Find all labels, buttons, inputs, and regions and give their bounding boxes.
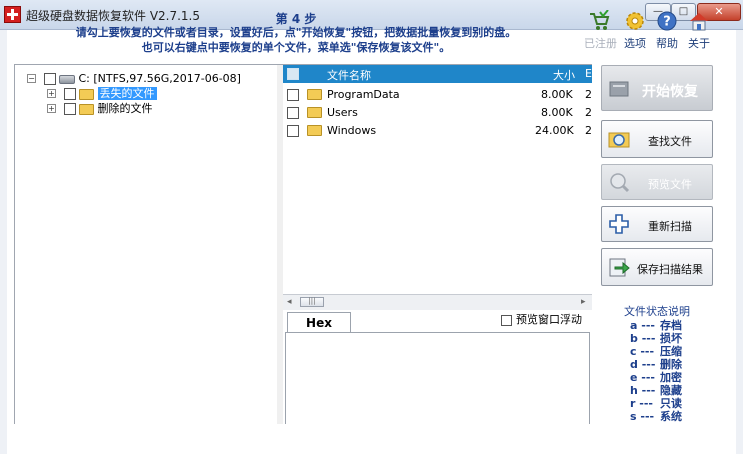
legend-item: s --- 系统	[630, 410, 682, 423]
scroll-left-arrow[interactable]: ◂	[287, 297, 292, 307]
registered-label: 已注册	[584, 37, 617, 50]
save-arrow-icon	[609, 258, 630, 277]
registered-button[interactable]: 已注册	[584, 10, 617, 51]
help-button[interactable]: ? 帮助	[652, 10, 682, 51]
folder-icon	[307, 125, 322, 136]
file-extra: 2	[585, 88, 592, 101]
file-row[interactable]: Windows 24.00K 2	[283, 122, 592, 140]
hex-view[interactable]	[285, 332, 590, 424]
recover-icon	[609, 81, 629, 97]
tab-hex[interactable]: Hex	[287, 312, 351, 333]
collapse-toggle[interactable]: −	[27, 74, 36, 83]
directory-tree[interactable]: − C: [NTFS,97.56G,2017-06-08] + 丢失的文件 + …	[15, 65, 278, 424]
svg-text:?: ?	[663, 15, 671, 30]
instruction-line-2: 也可以右键点中要恢复的单个文件，菜单选"保存恢复该文件"。	[141, 41, 451, 54]
rescan-label: 重新扫描	[648, 220, 692, 233]
file-size: 8.00K	[541, 88, 573, 101]
file-row-checkbox[interactable]	[287, 125, 299, 137]
folder-icon	[307, 107, 322, 118]
tree-item-lost-files[interactable]: + 丢失的文件	[47, 86, 157, 102]
instruction-line-1: 请勾上要恢复的文件或者目录，设置好后，点"开始恢复"按钮，把数据批量恢复到别的盘…	[75, 26, 517, 39]
preview-icon	[610, 173, 630, 193]
file-size: 8.00K	[541, 106, 573, 119]
expand-toggle[interactable]: +	[47, 89, 56, 98]
options-button[interactable]: 选项	[620, 10, 650, 51]
file-row-checkbox[interactable]	[287, 107, 299, 119]
file-list-header: 文件名称 大小 E	[283, 65, 592, 83]
expand-toggle[interactable]: +	[47, 104, 56, 113]
horizontal-scrollbar[interactable]: ◂ ||| ▸	[283, 294, 592, 311]
start-recovery-label: 开始恢复	[642, 84, 698, 100]
find-file-button[interactable]: 查找文件	[601, 120, 713, 158]
legend-item: e --- 加密	[630, 371, 682, 384]
folder-icon	[307, 89, 322, 100]
find-file-label: 查找文件	[648, 135, 692, 148]
column-extra[interactable]: E	[585, 67, 592, 80]
legend-item: r --- 只读	[630, 397, 682, 410]
file-row[interactable]: ProgramData 8.00K 2	[283, 86, 592, 104]
file-name: Windows	[327, 124, 377, 137]
save-scan-result-button[interactable]: 保存扫描结果	[601, 248, 713, 286]
file-list[interactable]: 文件名称 大小 E ProgramData 8.00K 2 Users 8.00…	[283, 65, 592, 294]
legend-item: a --- 存档	[630, 319, 682, 332]
file-status-legend-title: 文件状态说明	[624, 305, 690, 318]
about-button[interactable]: 关于	[684, 10, 714, 51]
hex-preview-panel: Hex 预览窗口浮动	[283, 310, 592, 424]
scroll-thumb[interactable]: |||	[300, 297, 324, 307]
help-label: 帮助	[656, 37, 678, 50]
cart-icon	[590, 10, 610, 30]
home-icon	[690, 13, 708, 31]
file-name: ProgramData	[327, 88, 400, 101]
file-row[interactable]: Users 8.00K 2	[283, 104, 592, 122]
float-window-option[interactable]: 预览窗口浮动	[501, 311, 582, 327]
legend-item: d --- 删除	[630, 358, 682, 371]
hex-tabstrip: Hex 预览窗口浮动	[283, 310, 592, 333]
tree-item-deleted-files[interactable]: + 删除的文件	[47, 101, 153, 117]
column-name[interactable]: 文件名称	[327, 67, 371, 83]
start-recovery-button[interactable]: 开始恢复	[601, 65, 713, 111]
file-size: 24.00K	[535, 124, 574, 137]
float-window-label: 预览窗口浮动	[516, 313, 582, 326]
scroll-right-arrow[interactable]: ▸	[581, 297, 586, 307]
find-file-icon	[608, 132, 630, 148]
file-row-checkbox[interactable]	[287, 89, 299, 101]
tree-root-label: C: [NTFS,97.56G,2017-06-08]	[78, 72, 241, 85]
file-extra: 2	[585, 124, 592, 137]
select-all-checkbox[interactable]	[287, 68, 299, 80]
save-scan-result-label: 保存扫描结果	[637, 263, 703, 276]
file-extra: 2	[585, 106, 592, 119]
preview-file-label: 预览文件	[648, 178, 692, 191]
tree-item-label: 删除的文件	[97, 102, 153, 115]
folder-icon	[79, 88, 94, 100]
plus-icon	[609, 214, 629, 234]
tree-root-drive-c[interactable]: − C: [NTFS,97.56G,2017-06-08]	[27, 71, 241, 87]
rescan-button[interactable]: 重新扫描	[601, 206, 713, 242]
file-name: Users	[327, 106, 358, 119]
tree-item-label: 丢失的文件	[97, 87, 157, 100]
legend-item: h --- 隐藏	[630, 384, 682, 397]
column-size[interactable]: 大小	[553, 67, 575, 83]
tree-item-checkbox[interactable]	[63, 103, 76, 115]
about-label: 关于	[688, 37, 710, 50]
tree-item-checkbox[interactable]	[63, 88, 76, 100]
folder-icon	[79, 103, 94, 115]
legend-item: b --- 损坏	[630, 332, 682, 345]
tree-root-checkbox[interactable]	[43, 73, 56, 85]
options-label: 选项	[624, 37, 646, 50]
gear-icon	[626, 12, 644, 30]
drive-icon	[59, 74, 75, 84]
legend-item: c --- 压缩	[630, 345, 682, 358]
float-window-checkbox[interactable]	[501, 314, 512, 326]
preview-file-button[interactable]: 预览文件	[601, 164, 713, 200]
help-icon: ?	[657, 11, 677, 31]
